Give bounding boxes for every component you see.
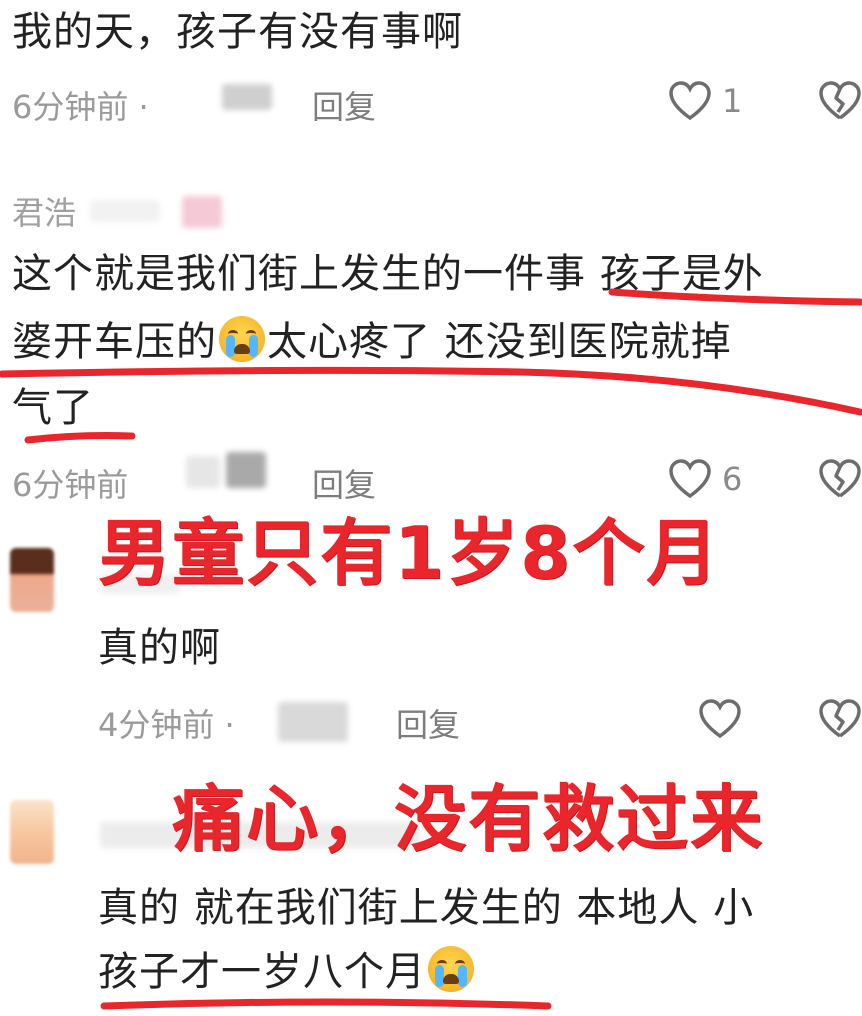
like-icon[interactable] [668, 80, 712, 122]
comment-4-line-2: 孩子才一岁八个月 [98, 940, 476, 1004]
blurred-username-part [90, 200, 160, 222]
red-underline-2 [0, 366, 862, 416]
broken-heart-icon[interactable] [818, 80, 862, 122]
blurred-location [226, 452, 266, 488]
blurred-location [186, 456, 220, 488]
comment-2-line-1: 这个就是我们街上发生的一件事 孩子是外 [12, 251, 764, 297]
overlay-caption-1: 男童只有1岁8个月 [98, 511, 721, 595]
comment-3-reply-button[interactable]: 回复 [396, 700, 460, 746]
blurred-location [222, 84, 272, 110]
comment-2-line-2b: 太心疼了 还没到医院就掉 [267, 319, 732, 365]
comment-2-line-3: 气了 [12, 385, 94, 431]
comment-1-reply-button[interactable]: 回复 [312, 82, 376, 128]
broken-heart-icon[interactable] [818, 698, 862, 740]
comment-3-time: 4分钟前 · [98, 706, 235, 744]
comment-2-like-count: 6 [722, 460, 743, 498]
avatar[interactable] [10, 548, 54, 612]
comment-4-line-1: 真的 就在我们街上发生的 本地人 小 [98, 885, 755, 931]
comment-1-text: 我的天，孩子有没有事啊 [12, 9, 463, 55]
comment-4-line-2-text: 孩子才一岁八个月 [98, 949, 426, 995]
overlay-caption-2: 痛心，没有救过来 [172, 777, 765, 861]
comment-1-like-count: 1 [722, 82, 743, 120]
comment-2-line-2a: 婆开车压的 [12, 319, 217, 365]
blurred-badge [182, 196, 222, 228]
comment-2-line-2: 婆开车压的 太心疼了 还没到医院就掉 [12, 310, 732, 374]
comment-2-username[interactable]: 君浩 [12, 188, 76, 234]
avatar[interactable] [10, 800, 54, 864]
blurred-location [278, 702, 348, 742]
comment-1-time: 6分钟前 · [12, 88, 149, 126]
broken-heart-icon[interactable] [818, 458, 862, 500]
comment-3-text: 真的啊 [98, 625, 221, 671]
like-icon[interactable] [698, 698, 742, 740]
crying-face-emoji-icon [219, 316, 265, 362]
crying-face-emoji-icon [428, 946, 474, 992]
